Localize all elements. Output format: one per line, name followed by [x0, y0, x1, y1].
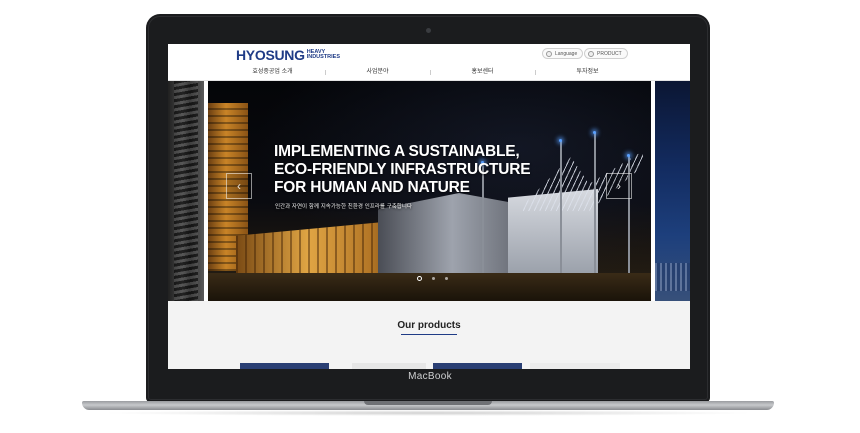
headline-line-2: ECO-FRIENDLY INFRASTRUCTURE [274, 161, 531, 178]
product-card[interactable] [240, 363, 329, 369]
hero-subtext: 인간과 자연이 함께 지속가능한 친환경 인프라를 구축합니다 [275, 204, 412, 210]
carousel-pagination [412, 276, 453, 281]
hero-carousel: IMPLEMENTING A SUSTAINABLE, ECO-FRIENDLY… [168, 81, 690, 301]
chevron-left-icon: ‹ [237, 179, 241, 193]
laptop-shadow [100, 410, 756, 416]
globe-icon [546, 50, 552, 57]
light-pole [560, 141, 562, 273]
brand-logo[interactable]: HYOSUNG HEAVY INDUSTRIES [236, 47, 341, 63]
browser-screen: HYOSUNG HEAVY INDUSTRIES Language PRODUC… [168, 44, 690, 369]
product-icon [588, 50, 594, 57]
camera-icon [426, 28, 431, 33]
light-pole [594, 133, 596, 273]
site-header: HYOSUNG HEAVY INDUSTRIES Language PRODUC… [168, 44, 690, 80]
product-card[interactable] [433, 363, 522, 369]
carousel-next-button[interactable]: › [606, 173, 632, 199]
light-pole-lamp [559, 139, 562, 142]
pagination-dot-3[interactable] [445, 277, 448, 280]
carousel-prev-button[interactable]: ‹ [226, 173, 252, 199]
language-label: Language [555, 50, 578, 57]
hero-headline: IMPLEMENTING A SUSTAINABLE, ECO-FRIENDLY… [274, 143, 554, 197]
nav-item-about[interactable]: 효성중공업 소개 [220, 66, 325, 78]
products-section: Our products [168, 301, 690, 369]
product-label: PRODUCT [597, 50, 622, 57]
hero-slide-image: IMPLEMENTING A SUSTAINABLE, ECO-FRIENDLY… [208, 81, 651, 301]
products-title-underline [401, 334, 457, 335]
logo-wordmark: HYOSUNG [236, 47, 305, 63]
laptop-notch [364, 401, 492, 405]
products-title: Our products [397, 320, 461, 331]
nav-item-pr-center[interactable]: 홍보센터 [430, 66, 535, 78]
chevron-right-icon: › [617, 179, 621, 193]
pagination-dot-2[interactable] [432, 277, 435, 280]
prev-slide-peek[interactable] [168, 81, 204, 301]
product-button[interactable]: PRODUCT [584, 48, 628, 59]
nav-item-business[interactable]: 사업분야 [325, 66, 430, 78]
light-pole-lamp [593, 131, 596, 134]
language-button[interactable]: Language [542, 48, 584, 59]
logo-subtitle: HEAVY INDUSTRIES [306, 48, 340, 60]
pagination-dot-1[interactable] [417, 276, 422, 281]
nav-item-investor[interactable]: 투자정보 [535, 66, 640, 78]
product-card[interactable] [352, 363, 426, 369]
light-pole-lamp [627, 154, 630, 157]
next-slide-peek[interactable] [655, 81, 690, 301]
headline-line-1: IMPLEMENTING A SUSTAINABLE, [274, 143, 520, 160]
device-label: MacBook [408, 371, 452, 382]
main-nav: 효성중공업 소개 사업분야 홍보센터 투자정보 [220, 66, 640, 78]
product-card[interactable] [530, 363, 620, 369]
headline-line-3: FOR HUMAN AND NATURE [274, 179, 470, 196]
